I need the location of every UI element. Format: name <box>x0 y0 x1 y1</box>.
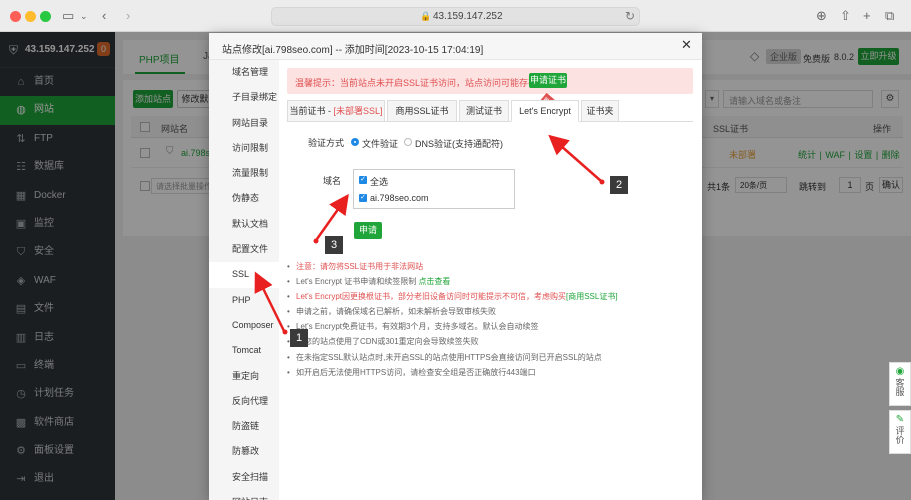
note-link[interactable]: 点击查看 <box>418 277 450 286</box>
note-item: Let's Encrypt免费证书，有效期3个月，支持多域名。默认会自动续签 <box>287 319 697 334</box>
modal-nav-item[interactable]: 域名管理 <box>209 60 279 85</box>
float-tab-label: 客服 <box>894 378 905 396</box>
modal-nav-item[interactable]: 防盗链 <box>209 414 279 439</box>
tab-lets-encrypt[interactable]: Let's Encrypt <box>511 100 579 122</box>
modal-nav-item[interactable]: 流量限制 <box>209 161 279 186</box>
note-text: 如开启后无法使用HTTPS访问，请检查安全组是否正确放行443端口 <box>296 367 536 377</box>
apply-button[interactable]: 申请 <box>354 222 382 239</box>
note-text: Let's Encrypt 证书申请和续签限制 <box>296 277 419 287</box>
note-item: Let's Encrypt 证书申请和续签限制 点击查看 <box>287 274 697 289</box>
note-item: 若您的站点使用了CDN或301重定向会导致续签失败 <box>287 334 697 349</box>
url-text: 43.159.147.252 <box>433 11 503 22</box>
modal-nav-item[interactable]: 重定向 <box>209 364 279 389</box>
callout-1: 1 <box>290 329 308 347</box>
domain-item-label[interactable]: ai.798seo.com <box>370 193 429 203</box>
site-settings-modal: 站点修改[ai.798seo.com] -- 添加时间[2023-10-15 1… <box>209 33 702 500</box>
note-item: 注意：请勿将SSL证书用于非法网站 <box>287 259 697 274</box>
zoom-window-button[interactable] <box>40 11 51 22</box>
modal-nav-item[interactable]: Composer <box>209 313 279 338</box>
address-bar[interactable]: 🔒 43.159.147.252 ↻ <box>271 7 640 26</box>
sidebar-icon[interactable]: ▭ <box>62 7 74 25</box>
modal-nav-item[interactable]: 安全扫描 <box>209 465 279 490</box>
lock-icon: 🔒 <box>420 11 432 21</box>
close-window-button[interactable] <box>10 11 21 22</box>
modal-nav-item[interactable]: Tomcat <box>209 338 279 363</box>
note-text: Let's Encrypt免费证书，有效期3个月，支持多域名。默认会自动续签 <box>296 322 539 332</box>
verify-method-label: 验证方式 <box>308 138 345 148</box>
note-text: 申请之前，请确保域名已解析，如未解析会导致审核失败 <box>296 307 496 317</box>
tab-commercial-ssl[interactable]: 商用SSL证书推荐 <box>387 92 559 122</box>
reload-icon[interactable]: ↻ <box>625 9 635 23</box>
domain-checkbox[interactable]: ✓ <box>359 194 367 202</box>
forward-icon[interactable]: › <box>126 7 130 25</box>
chevron-down-icon[interactable]: ⌄ <box>80 7 88 25</box>
modal-title-bar: 站点修改[ai.798seo.com] -- 添加时间[2023-10-15 1… <box>209 33 702 60</box>
dns-verify-label[interactable]: DNS验证(支持通配符) <box>415 137 503 150</box>
modal-nav-item[interactable]: 网站目录 <box>209 111 279 136</box>
note-link[interactable]: [商用SSL证书] <box>566 292 618 301</box>
callout-2: 2 <box>610 176 628 194</box>
tab-current-status: [未部署SSL] <box>333 106 383 116</box>
modal-nav-item[interactable]: 子目录绑定 <box>209 85 279 110</box>
alert-message: 温馨提示：当前站点未开启SSL证书访问，站点访问可能存在风险。 <box>295 78 565 88</box>
rate-icon: ✎ <box>895 414 905 425</box>
modal-nav-item[interactable]: 默认文档 <box>209 212 279 237</box>
modal-nav-item[interactable]: 反向代理 <box>209 389 279 414</box>
note-text: 若您的站点使用了CDN或301重定向会导致续签失败 <box>296 337 479 347</box>
modal-nav-item[interactable]: 网站日志 <box>209 490 279 500</box>
radio-dns-verify[interactable] <box>404 138 412 146</box>
tab-test-cert[interactable]: 测试证书 <box>459 100 509 122</box>
tab-current-label: 当前证书 - <box>289 106 334 116</box>
rating-tab[interactable]: ✎ 评价 <box>889 410 911 454</box>
customer-service-tab[interactable]: ◉ 客服 <box>889 362 911 406</box>
apply-cert-button[interactable]: 申请证书 <box>529 73 567 88</box>
download-icon[interactable]: ⊕ <box>816 7 827 25</box>
modal-nav-item[interactable]: PHP <box>209 288 279 313</box>
modal-nav-item[interactable]: 防篡改 <box>209 439 279 464</box>
tab-cert-folder[interactable]: 证书夹 <box>581 100 619 122</box>
modal-nav-item[interactable]: SSL <box>209 262 279 288</box>
file-verify-label[interactable]: 文件验证 <box>362 137 398 150</box>
modal-nav: 域名管理 子目录绑定 网站目录 访问限制 流量限制 伪静态 默认文档 配置文件 SSL PHP Co… <box>209 60 279 500</box>
tab-commercial-label: 商用SSL证书 <box>395 106 449 116</box>
ssl-tabs: 当前证书 - [未部署SSL] 商用SSL证书推荐 测试证书 Let's Enc… <box>287 92 693 122</box>
tab-current-cert[interactable]: 当前证书 - [未部署SSL] <box>287 100 385 122</box>
note-text: Let's Encrypt因更换根证书，部分老旧设备访问时可能提示不可信，考虑购… <box>296 292 566 302</box>
chat-icon: ◉ <box>895 366 905 377</box>
back-icon[interactable]: ‹ <box>102 7 106 25</box>
radio-file-verify[interactable] <box>351 138 359 146</box>
note-item: 如开启后无法使用HTTPS访问，请检查安全组是否正确放行443端口 <box>287 365 697 380</box>
new-tab-icon[interactable]: + <box>863 7 871 25</box>
select-all-label[interactable]: 全选 <box>370 175 388 188</box>
ssl-warning-alert: 温馨提示：当前站点未开启SSL证书访问，站点访问可能存在风险。 申请证书 <box>287 68 693 94</box>
modal-nav-item[interactable]: 访问限制 <box>209 136 279 161</box>
float-tab-label: 评价 <box>894 426 905 444</box>
modal-nav-item[interactable]: 配置文件 <box>209 237 279 262</box>
domain-list: ✓ 全选 ✓ ai.798seo.com <box>353 169 515 209</box>
note-item: 申请之前，请确保域名已解析，如未解析会导致审核失败 <box>287 304 697 319</box>
tabs-icon[interactable]: ⧉ <box>885 7 894 25</box>
modal-title: 站点修改[ai.798seo.com] -- 添加时间[2023-10-15 1… <box>222 45 484 56</box>
note-text: 在未指定SSL默认站点时,未开启SSL的站点使用HTTPS会直接访问到已开启SS… <box>296 352 602 362</box>
domain-label: 域名 <box>323 176 342 186</box>
select-all-domains-checkbox[interactable]: ✓ <box>359 176 367 184</box>
browser-toolbar: ▭ ⌄ ‹ › 🔒 43.159.147.252 ↻ ⊕ ⇧ + ⧉ <box>0 0 911 32</box>
callout-3: 3 <box>325 236 343 254</box>
minimize-window-button[interactable] <box>25 11 36 22</box>
notes-list: 注意：请勿将SSL证书用于非法网站 Let's Encrypt 证书申请和续签限制… <box>287 259 697 380</box>
share-icon[interactable]: ⇧ <box>840 7 851 25</box>
note-text: 注意：请勿将SSL证书用于非法网站 <box>296 262 424 271</box>
modal-nav-item[interactable]: 伪静态 <box>209 186 279 211</box>
note-item: 在未指定SSL默认站点时,未开启SSL的站点使用HTTPS会直接访问到已开启SS… <box>287 350 697 365</box>
note-item: Let's Encrypt因更换根证书，部分老旧设备访问时可能提示不可信，考虑购… <box>287 289 697 304</box>
close-icon[interactable]: ✕ <box>681 38 692 52</box>
